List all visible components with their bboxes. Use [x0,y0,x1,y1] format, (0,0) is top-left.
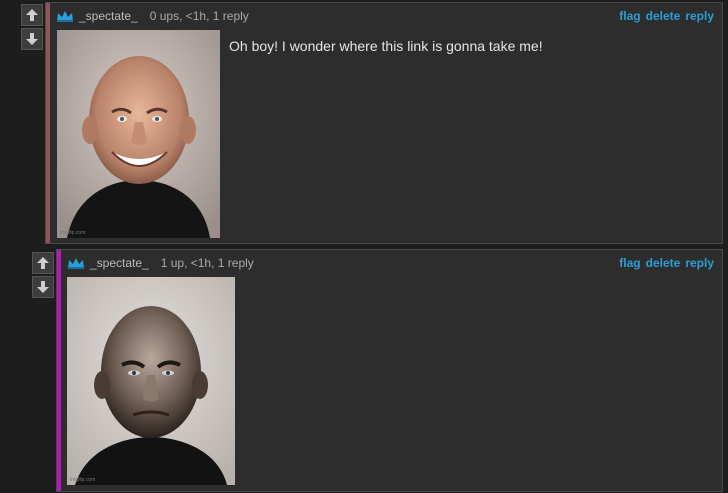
vote-controls [21,4,43,50]
downvote-button[interactable] [21,28,43,50]
comment-image[interactable]: imgflip.com [67,277,235,485]
downvote-arrow-icon [26,33,38,45]
comment-depth-bar [57,250,61,491]
crown-icon [56,10,74,22]
comment-actions: flag delete reply [619,9,714,23]
comment-meta: 1 up, <1h, 1 reply [160,256,254,270]
comment-actions: flag delete reply [619,256,714,270]
upvote-button[interactable] [21,4,43,26]
comment: _spectate_ 1 up, <1h, 1 reply flag delet… [56,249,723,492]
comment-text: Oh boy! I wonder where this link is gonn… [229,38,543,54]
comment-image[interactable]: imgflip.com [57,30,220,238]
flag-link[interactable]: flag [619,256,640,270]
image-watermark: imgflip.com [60,230,86,236]
upvote-arrow-icon [37,257,49,269]
username-link[interactable]: _spectate_ [90,256,149,270]
delete-link[interactable]: delete [646,9,681,23]
reply-link[interactable]: reply [685,9,714,23]
upvote-arrow-icon [26,9,38,21]
downvote-button[interactable] [32,276,54,298]
vote-controls [32,252,54,298]
reply-link[interactable]: reply [685,256,714,270]
delete-link[interactable]: delete [646,256,681,270]
comment: _spectate_ 0 ups, <1h, 1 reply flag dele… [45,2,723,244]
crown-icon [67,257,85,269]
upvote-button[interactable] [32,252,54,274]
comment-header: _spectate_ 1 up, <1h, 1 reply flag delet… [67,250,714,276]
comment-depth-bar [46,3,50,243]
downvote-arrow-icon [37,281,49,293]
username-link[interactable]: _spectate_ [79,9,138,23]
comment-meta: 0 ups, <1h, 1 reply [149,9,249,23]
flag-link[interactable]: flag [619,9,640,23]
image-watermark: imgflip.com [70,477,96,483]
comment-header: _spectate_ 0 ups, <1h, 1 reply flag dele… [56,3,714,29]
